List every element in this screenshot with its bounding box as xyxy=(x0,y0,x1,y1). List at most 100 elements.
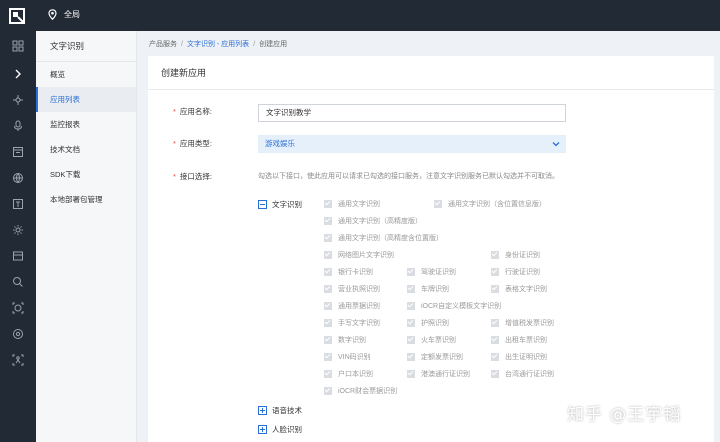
rail-face[interactable] xyxy=(0,297,36,319)
checkmark-icon xyxy=(434,200,442,208)
api-checkbox: 通用文字识别（含位置信息版） xyxy=(434,199,546,209)
app-type-value: 游戏娱乐 xyxy=(265,139,295,148)
api-hint: 勾选以下接口，使此应用可以请求已勾选的接口服务，注意文字识别服务已默认勾选并不可… xyxy=(258,173,559,180)
breadcrumb-link[interactable]: 文字识别 - 应用列表 xyxy=(187,41,249,48)
checkmark-icon xyxy=(407,319,415,327)
checkmark-icon xyxy=(491,370,499,378)
chevron-right-icon xyxy=(15,69,21,79)
checkmark-icon xyxy=(407,285,415,293)
api-checkbox: 通用文字识别（高精度版） xyxy=(324,216,422,226)
group-face[interactable]: 人脸识别 xyxy=(258,424,302,435)
nav-item-sdk[interactable]: SDK下载 xyxy=(36,162,136,187)
expand-icon[interactable] xyxy=(258,425,267,434)
checkmark-icon xyxy=(491,319,499,327)
rail-text[interactable] xyxy=(0,193,36,215)
rail-analysis[interactable] xyxy=(0,271,36,293)
expand-icon[interactable] xyxy=(258,406,267,415)
top-bar: 全局 xyxy=(0,0,720,31)
group-speech-label: 语音技术 xyxy=(272,406,302,415)
api-checkbox: 火车票识别 xyxy=(407,335,456,345)
rail-dashboard[interactable] xyxy=(0,35,36,57)
api-checkbox: VIN码识别 xyxy=(324,352,371,362)
text-t-icon xyxy=(13,199,23,209)
api-checkbox: 行驶证识别 xyxy=(491,267,540,277)
app-type-select[interactable]: 游戏娱乐 xyxy=(258,135,566,153)
group-ocr-label: 文字识别 xyxy=(272,200,302,209)
nav-item-app-list[interactable]: 应用列表 xyxy=(36,87,136,112)
grid-icon xyxy=(12,40,24,52)
page-title: 创建新应用 xyxy=(148,56,714,90)
video-icon xyxy=(13,251,23,261)
app-name-input[interactable]: 文字识别教学 xyxy=(258,104,566,122)
api-label: * 接口选择: xyxy=(173,172,213,181)
rail-globe[interactable] xyxy=(0,167,36,189)
group-face-label: 人脸识别 xyxy=(272,425,302,434)
checkmark-icon xyxy=(491,353,499,361)
name-label: * 应用名称: xyxy=(173,107,213,116)
checkmark-icon xyxy=(407,268,415,276)
checkmark-icon xyxy=(491,251,499,259)
location-pin-icon xyxy=(48,9,57,20)
api-checkbox: 增值税发票识别 xyxy=(491,318,554,328)
group-ocr[interactable]: 文字识别 xyxy=(258,199,302,210)
watermark: 知乎 @王宇韬 xyxy=(567,405,682,425)
api-checkbox: 银行卡识别 xyxy=(324,267,373,277)
checkmark-icon xyxy=(324,319,332,327)
api-checkbox: 网络图片文字识别 xyxy=(324,250,394,260)
rail-settings[interactable] xyxy=(0,219,36,241)
api-checkbox: 手写文字识别 xyxy=(324,318,380,328)
region-label: 全局 xyxy=(64,10,80,19)
checkmark-icon xyxy=(491,336,499,344)
collapse-icon[interactable] xyxy=(258,200,267,209)
breadcrumb: 产品服务 / 文字识别 - 应用列表 / 创建应用 xyxy=(149,41,288,48)
checkmark-icon xyxy=(324,268,332,276)
checkmark-icon xyxy=(324,353,332,361)
api-checkbox: 出生证明识别 xyxy=(491,352,547,362)
nav-item-docs[interactable]: 技术文档 xyxy=(36,137,136,162)
type-label: * 应用类型: xyxy=(173,139,213,148)
rail-network[interactable] xyxy=(0,89,36,111)
nodes-icon xyxy=(13,95,23,105)
api-checkbox: 户口本识别 xyxy=(324,369,373,379)
checkmark-icon xyxy=(324,217,332,225)
breadcrumb-root[interactable]: 产品服务 xyxy=(149,41,177,48)
checkmark-icon xyxy=(324,370,332,378)
chevron-down-icon xyxy=(552,142,560,147)
api-checkbox: 港澳通行证识别 xyxy=(407,369,470,379)
body-scan-icon xyxy=(12,354,24,366)
rail-at[interactable] xyxy=(0,323,36,345)
api-checkbox: 护照识别 xyxy=(407,318,449,328)
nav-item-local-deploy[interactable]: 本地部署包管理 xyxy=(36,187,136,212)
checkmark-icon xyxy=(491,268,499,276)
rail-image[interactable] xyxy=(0,141,36,163)
globe-icon xyxy=(13,173,23,184)
checkmark-icon xyxy=(491,285,499,293)
checkmark-icon xyxy=(324,336,332,344)
checkmark-icon xyxy=(324,302,332,310)
create-app-card: 创建新应用 * 应用名称: 文字识别教学 * 应用类型: 游戏娱乐 * 接口选择: 勾… xyxy=(148,56,714,442)
rail-speech[interactable] xyxy=(0,115,36,137)
image-box-icon xyxy=(13,147,23,157)
logo-icon[interactable] xyxy=(7,6,27,26)
nav-item-overview[interactable]: 概览 xyxy=(36,62,136,87)
nav-item-monitoring[interactable]: 监控报表 xyxy=(36,112,136,137)
rail-body[interactable] xyxy=(0,349,36,371)
checkmark-icon xyxy=(324,387,332,395)
side-nav: 文字识别 概览 应用列表 监控报表 技术文档 SDK下载 本地部署包管理 xyxy=(36,31,137,442)
rail-expand[interactable] xyxy=(0,63,36,85)
checkmark-icon xyxy=(407,336,415,344)
api-checkbox: 驾驶证识别 xyxy=(407,267,456,277)
api-checkbox: 数字识别 xyxy=(324,335,366,345)
checkmark-icon xyxy=(324,251,332,259)
side-nav-title: 文字识别 xyxy=(36,31,136,62)
at-sign-icon xyxy=(13,329,23,339)
api-checkbox: 身份证识别 xyxy=(491,250,540,260)
checkmark-icon xyxy=(324,285,332,293)
rail-video[interactable] xyxy=(0,245,36,267)
group-speech[interactable]: 语音技术 xyxy=(258,405,302,416)
api-checkbox: 台湾通行证识别 xyxy=(491,369,554,379)
region-selector[interactable]: 全局 xyxy=(48,9,80,20)
checkmark-icon xyxy=(324,200,332,208)
api-checkbox: 车牌识别 xyxy=(407,284,449,294)
api-checkbox: iOCR自定义模板文字识别 xyxy=(407,301,501,311)
